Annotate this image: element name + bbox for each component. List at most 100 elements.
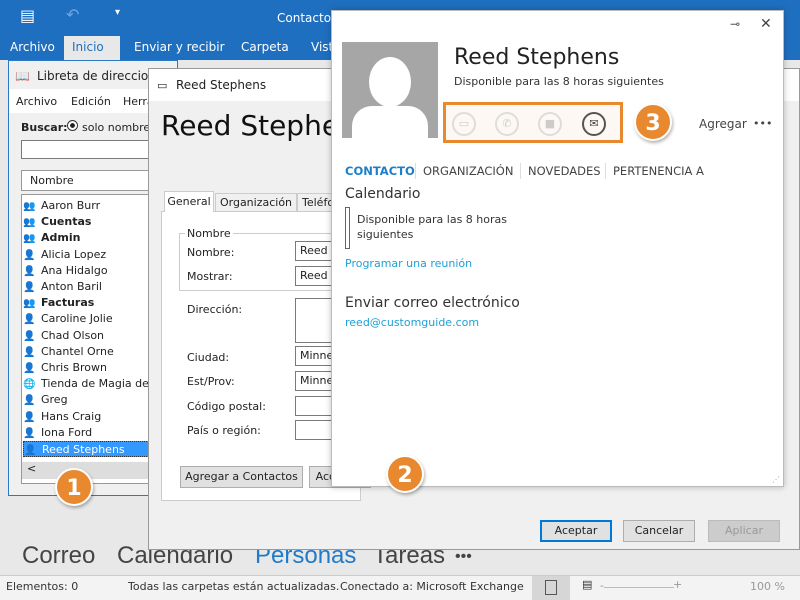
contact-name: Greg bbox=[41, 393, 68, 407]
person-icon: 👤 bbox=[23, 249, 36, 261]
zoom-out-icon[interactable]: - bbox=[600, 579, 604, 592]
contact-name: Tienda de Magia de D bbox=[41, 377, 153, 391]
contact-list-item[interactable]: 👤 Caroline Jolie bbox=[23, 311, 153, 327]
tab-general[interactable]: General bbox=[164, 191, 214, 212]
cp-label: Código postal: bbox=[187, 400, 266, 413]
contact-list-item[interactable]: 🌐 Tienda de Magia de D bbox=[23, 376, 153, 392]
more-options[interactable]: ••• bbox=[753, 117, 772, 130]
ribbon-tab-carpeta[interactable]: Carpeta bbox=[233, 36, 297, 60]
person-icon: 👤 bbox=[23, 363, 36, 374]
contact-list-item[interactable]: 👤 Greg bbox=[23, 392, 153, 408]
normal-view-icon bbox=[545, 580, 557, 595]
zoom-slider[interactable] bbox=[604, 587, 674, 588]
email-link[interactable]: reed@customguide.com bbox=[345, 316, 479, 329]
direccion-field[interactable] bbox=[295, 298, 335, 343]
status-sync: Todas las carpetas están actualizadas. bbox=[128, 580, 340, 593]
pais-field[interactable] bbox=[295, 420, 335, 440]
radio-solo-nombre[interactable] bbox=[67, 120, 78, 131]
contact-list-item[interactable]: 👤 Chad Olson bbox=[23, 328, 153, 344]
chat-icon[interactable]: ▭ bbox=[452, 112, 476, 136]
ribbon-tab-enviar[interactable]: Enviar y recibir bbox=[126, 36, 233, 60]
globe-contact-icon: 🌐 bbox=[23, 379, 36, 391]
resize-grip-icon[interactable]: ⋰ bbox=[772, 475, 780, 484]
contact-name: Caroline Jolie bbox=[41, 312, 113, 326]
contact-name: Chad Olson bbox=[41, 328, 105, 342]
cp-field[interactable] bbox=[295, 396, 335, 416]
close-icon[interactable]: ✕ bbox=[760, 16, 772, 32]
video-icon[interactable]: ■ bbox=[538, 112, 562, 136]
tab-organizacion[interactable]: Organización bbox=[215, 193, 297, 212]
email-heading: Enviar correo electrónico bbox=[345, 295, 520, 311]
add-link[interactable]: Agregar bbox=[699, 117, 747, 131]
pin-icon[interactable]: ⊸ bbox=[730, 17, 740, 31]
menu-archivo[interactable]: Archivo bbox=[16, 95, 57, 108]
person-icon: 👤 bbox=[23, 395, 36, 407]
dialog-title: Reed Stephens bbox=[176, 78, 267, 92]
mail-icon[interactable]: ✉ bbox=[582, 112, 606, 136]
contact-list-item[interactable]: 👤 Iona Ford bbox=[23, 425, 153, 441]
contact-name: Admin bbox=[41, 231, 81, 245]
zoom-level: 100 % bbox=[750, 580, 785, 593]
calendar-status: Disponible para las 8 horas siguientes bbox=[357, 213, 507, 241]
nombre-field[interactable]: Reed bbox=[295, 241, 335, 261]
contact-name: Aaron Burr bbox=[41, 199, 101, 212]
phone-icon[interactable]: ✆ bbox=[495, 112, 519, 136]
ribbon-tab-archivo[interactable]: Archivo bbox=[2, 36, 63, 60]
contact-list-item[interactable]: 👥 Cuentas bbox=[23, 214, 153, 230]
cancel-button[interactable]: Cancelar bbox=[623, 520, 695, 542]
contact-list-item[interactable]: 👥 Aaron Burr bbox=[23, 198, 153, 214]
normal-view-button[interactable] bbox=[532, 576, 570, 600]
person-icon: 👤 bbox=[23, 411, 36, 423]
card-tab-pertenencia[interactable]: PERTENENCIA A bbox=[605, 163, 704, 179]
menu-edicion[interactable]: Edición bbox=[71, 95, 111, 108]
contact-list-item[interactable]: 👤 Anton Baril bbox=[23, 279, 153, 295]
contact-list-item[interactable]: 👤 Chantel Orne bbox=[23, 344, 153, 360]
scroll-left-icon[interactable]: < bbox=[22, 462, 36, 475]
nav-correo[interactable]: Correo bbox=[22, 542, 95, 570]
ribbon-tab-inicio[interactable]: Inicio bbox=[64, 36, 120, 60]
person-icon: 👤 bbox=[23, 330, 36, 342]
undo-icon[interactable]: ↶ bbox=[66, 5, 79, 24]
contact-list-item[interactable]: 👤 Alicia Lopez bbox=[23, 247, 153, 263]
person-icon: 👤 bbox=[23, 346, 36, 358]
schedule-meeting-link[interactable]: Programar una reunión bbox=[345, 257, 472, 270]
person-icon: 👤 bbox=[23, 265, 36, 277]
contact-list-item[interactable]: 👤 Chris Brown bbox=[23, 360, 153, 376]
group-icon: 👥 bbox=[23, 233, 36, 245]
contact-list-item[interactable]: 👤 Hans Craig bbox=[23, 409, 153, 425]
contact-card: ⊸ ✕ Reed Stephens Disponible para las 8 … bbox=[331, 10, 784, 487]
person-icon: 👤 bbox=[23, 282, 36, 293]
contact-name: Facturas bbox=[41, 296, 95, 310]
contact-list-item[interactable]: 👥 Facturas bbox=[23, 295, 153, 311]
contact-name: Hans Craig bbox=[41, 409, 102, 423]
card-name: Reed Stephens bbox=[454, 45, 620, 70]
contact-list-item[interactable]: 👥 Admin bbox=[23, 230, 153, 246]
direccion-label: Dirección: bbox=[187, 303, 243, 316]
apply-button[interactable]: Aplicar bbox=[708, 520, 780, 542]
mostrar-field[interactable]: Reed Stephens bbox=[295, 266, 335, 286]
ciudad-field[interactable]: Minneapolis bbox=[295, 346, 335, 366]
person-icon: 👤 bbox=[23, 427, 36, 439]
card-tab-organizacion[interactable]: ORGANIZACIÓN bbox=[415, 163, 513, 179]
contact-list-item[interactable]: 👤 Ana Hidalgo bbox=[23, 263, 153, 279]
contact-card-icon: ▭ bbox=[157, 79, 168, 92]
card-tab-contacto[interactable]: CONTACTO bbox=[345, 163, 415, 179]
nombre-group-label: Nombre bbox=[185, 227, 233, 240]
reading-view-icon[interactable]: ▤ bbox=[582, 578, 592, 591]
zoom-in-icon[interactable]: + bbox=[673, 578, 682, 591]
nav-more[interactable]: ••• bbox=[455, 548, 472, 566]
search-option-label: solo nombre bbox=[82, 121, 151, 134]
estado-field[interactable]: Minnesota bbox=[295, 371, 335, 391]
callout-3: 3 bbox=[634, 103, 672, 141]
contact-name: Cuentas bbox=[41, 215, 92, 229]
contact-name: Chantel Orne bbox=[41, 344, 114, 358]
contact-list-item[interactable]: 👤 Reed Stephens bbox=[23, 441, 153, 457]
ok-button[interactable]: Aceptar bbox=[540, 520, 612, 542]
group-icon: 👥 bbox=[23, 201, 36, 212]
calendar-heading: Calendario bbox=[345, 186, 421, 202]
quick-access-dropdown-icon[interactable]: ▾ bbox=[115, 7, 120, 18]
card-tab-novedades[interactable]: NOVEDADES bbox=[520, 163, 601, 179]
add-to-contacts-button[interactable]: Agregar a Contactos bbox=[180, 466, 303, 488]
ciudad-label: Ciudad: bbox=[187, 351, 230, 364]
contact-name: Chris Brown bbox=[41, 361, 107, 374]
